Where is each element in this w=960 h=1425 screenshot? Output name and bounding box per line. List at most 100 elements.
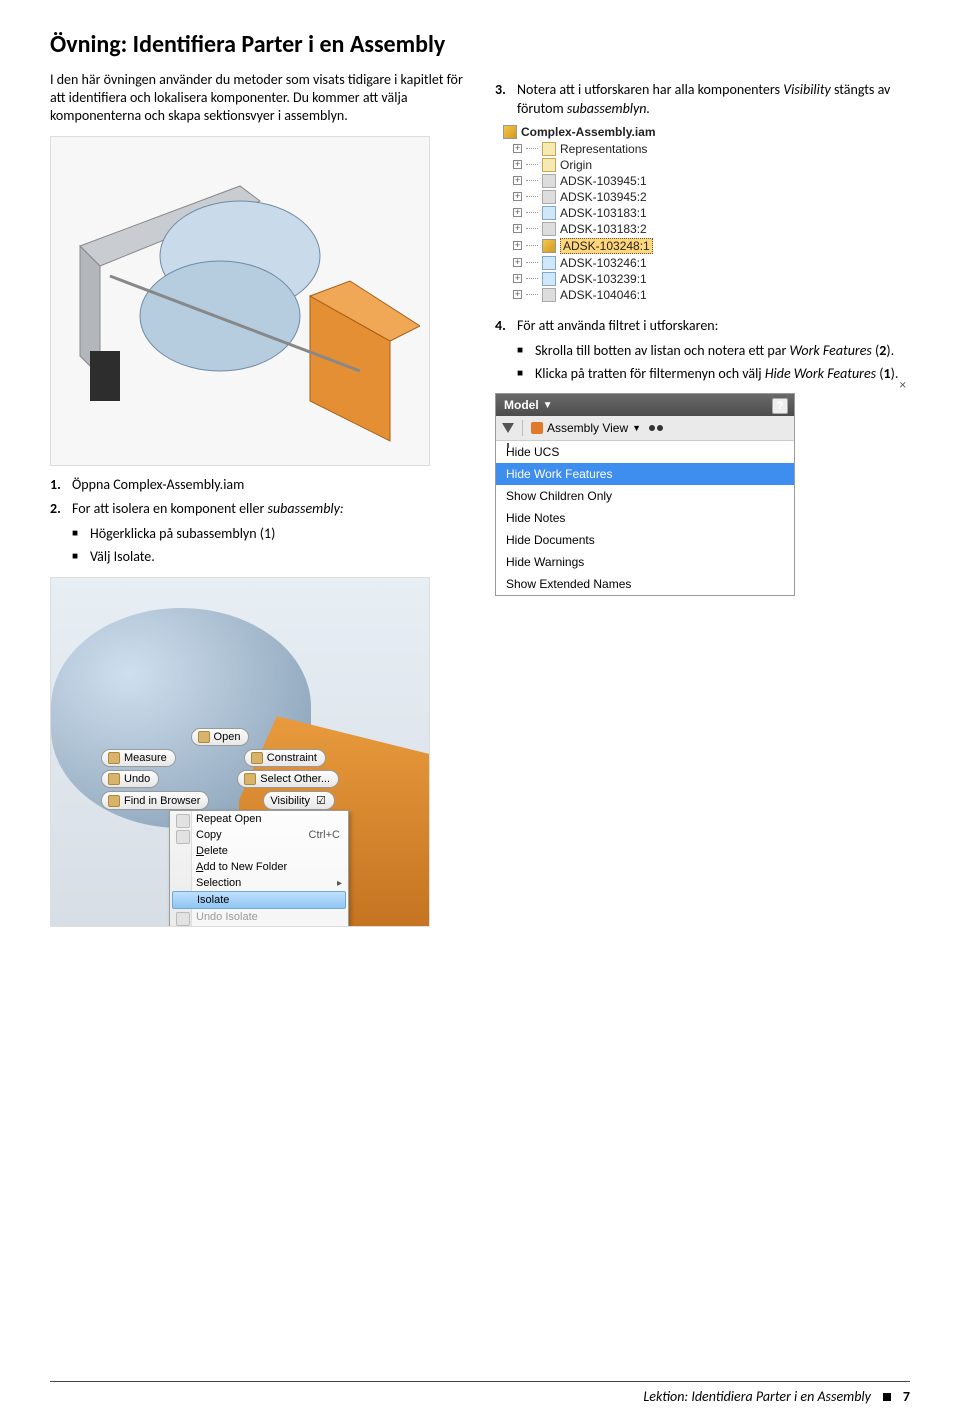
context-menu-item[interactable]: Delete [170,843,348,859]
step-2-num: 2. [50,500,72,519]
tree-item-icon [542,239,556,253]
context-menu-item[interactable]: Isolate [172,891,346,909]
menu-item-icon [176,830,190,844]
bullet-right-click: Högerklicka på subassemblyn (1) [72,525,465,544]
bullet-scroll-workfeatures: Skrolla till botten av listan och notera… [517,342,910,361]
expand-icon[interactable]: + [513,160,522,169]
intro-paragraph: I den här övningen använder du metoder s… [50,71,465,126]
tree-item-icon [542,222,556,236]
page-footer: Lektion: Identidiera Parter i en Assembl… [50,1381,910,1405]
pill-select-other[interactable]: Select Other... [237,770,339,788]
tree-item-icon [542,288,556,302]
chevron-down-icon[interactable]: ▼ [543,400,553,411]
tree-item[interactable]: +ADSK-103183:1 [513,205,910,221]
filter-menu-item[interactable]: Show Children Only [496,485,794,507]
tree-item-icon [542,190,556,204]
expand-icon[interactable]: + [513,290,522,299]
footer-text: Lektion: Identidiera Parter i en Assembl… [643,1388,871,1405]
tree-item-label: Origin [560,158,592,172]
pill-find-in-browser[interactable]: Find in Browser [101,791,209,810]
tree-item-icon [542,206,556,220]
close-icon[interactable]: × [900,378,906,393]
help-icon[interactable]: ? [772,398,788,414]
pill-undo[interactable]: Undo [101,770,159,788]
s3b: Visibility [783,81,831,98]
expand-icon[interactable]: + [513,274,522,283]
step-2-ital: subassembly: [268,500,344,517]
step-2: 2. For att isolera en komponent eller su… [50,500,465,519]
step-3-num: 3. [495,81,517,119]
tree-item-label: ADSK-104046:1 [560,288,647,302]
tree-item-icon [542,142,556,156]
step-1-text: Öppna Complex-Assembly.iam [72,476,244,495]
tree-root-label[interactable]: Complex-Assembly.iam [521,125,656,139]
expand-icon[interactable]: + [513,258,522,267]
tree-item[interactable]: +ADSK-103248:1 [513,237,910,255]
figure-assembly-3d [50,136,430,466]
filter-menu-item[interactable]: Hide Warnings [496,551,794,573]
tree-item-label: ADSK-103945:2 [560,190,647,204]
step-4-num: 4. [495,317,517,336]
figure-context-menu: Open Measure Constraint Undo Select Othe… [50,577,430,927]
pill-visibility[interactable]: Visibility [263,791,334,810]
menu-item-icon [176,814,190,828]
tree-item-label: ADSK-103239:1 [560,272,647,286]
tree-item[interactable]: + ADSK-103183:2 [513,221,910,237]
tree-item[interactable]: + ADSK-103945:2 [513,189,910,205]
s3a: Notera att i utforskaren har alla kompon… [517,81,783,98]
left-column: I den här övningen använder du metoder s… [50,71,465,937]
expand-icon[interactable]: + [513,241,522,250]
tree-item-label: Representations [560,142,647,156]
step-1-num: 1. [50,476,72,495]
filter-menu-item[interactable]: Hide UCS [496,441,794,463]
tree-item[interactable]: + ADSK-103239:1 [513,271,910,287]
step-2-text: For att isolera en komponent eller subas… [72,500,344,519]
tree-item-icon [542,256,556,270]
step-3: 3. Notera att i utforskaren har alla kom… [495,81,910,119]
expand-icon[interactable]: + [513,224,522,233]
context-menu[interactable]: Repeat OpenCopyCtrl+CDeleteAdd to New Fo… [169,810,349,927]
step-4: 4. För att använda filtret i utforskaren… [495,317,910,336]
tree-item[interactable]: + ADSK-103246:1 [513,255,910,271]
footer-page-number: 7 [903,1388,910,1405]
assembly-view-dropdown[interactable]: Assembly View ▼ [531,421,641,435]
context-menu-item: Undo Isolate [170,909,348,925]
filter-menu-item[interactable]: Show Extended Names [496,573,794,595]
pill-open[interactable]: Open [191,728,250,746]
tree-item-label: ADSK-103246:1 [560,256,647,270]
step-2-lead: For att isolera en komponent eller [72,500,268,517]
tree-item[interactable]: + ADSK-103945:1 [513,173,910,189]
tree-item-label: ADSK-103183:2 [560,222,647,236]
model-panel-header[interactable]: Model ▼ ? [496,394,794,416]
tree-item-icon [542,272,556,286]
tree-item-label: ADSK-103945:1 [560,174,647,188]
filter-funnel-icon[interactable] [502,423,514,433]
expand-icon[interactable]: + [513,176,522,185]
expand-icon[interactable]: + [513,144,522,153]
menu-item-icon [176,912,190,926]
context-menu-item[interactable]: Repeat Open [170,811,348,827]
page-title: Övning: Identifiera Parter i en Assembly [50,30,910,59]
tree-item[interactable]: + ADSK-104046:1 [513,287,910,303]
pill-constraint[interactable]: Constraint [244,749,326,767]
binoculars-icon[interactable] [649,423,663,433]
pill-measure[interactable]: Measure [101,749,176,767]
context-menu-item[interactable]: Add to New Folder [170,859,348,875]
footer-square-icon [883,1393,891,1401]
model-toolbar: Assembly View ▼ [496,416,794,441]
context-menu-item[interactable]: Selection [170,875,348,891]
filter-menu-item[interactable]: Hide Documents [496,529,794,551]
expand-icon[interactable]: + [513,192,522,201]
tree-item[interactable]: + Representations [513,141,910,157]
expand-icon[interactable]: + [513,208,522,217]
context-menu-item[interactable]: CopyCtrl+C [170,827,348,843]
step-4-text: För att använda filtret i utforskaren: [517,317,718,336]
tree-item[interactable]: + Origin [513,157,910,173]
browser-tree[interactable]: Complex-Assembly.iam + Representations + Or… [503,125,910,303]
step-1: 1. Öppna Complex-Assembly.iam [50,476,465,495]
filter-menu-item[interactable]: Hide Notes [496,507,794,529]
assembly-3d-svg [60,146,420,456]
filter-menu-item[interactable]: Hide Work Features [496,463,794,485]
tree-item-icon [542,174,556,188]
filter-menu-list[interactable]: Hide UCSHide Work FeaturesShow Children … [496,441,794,595]
